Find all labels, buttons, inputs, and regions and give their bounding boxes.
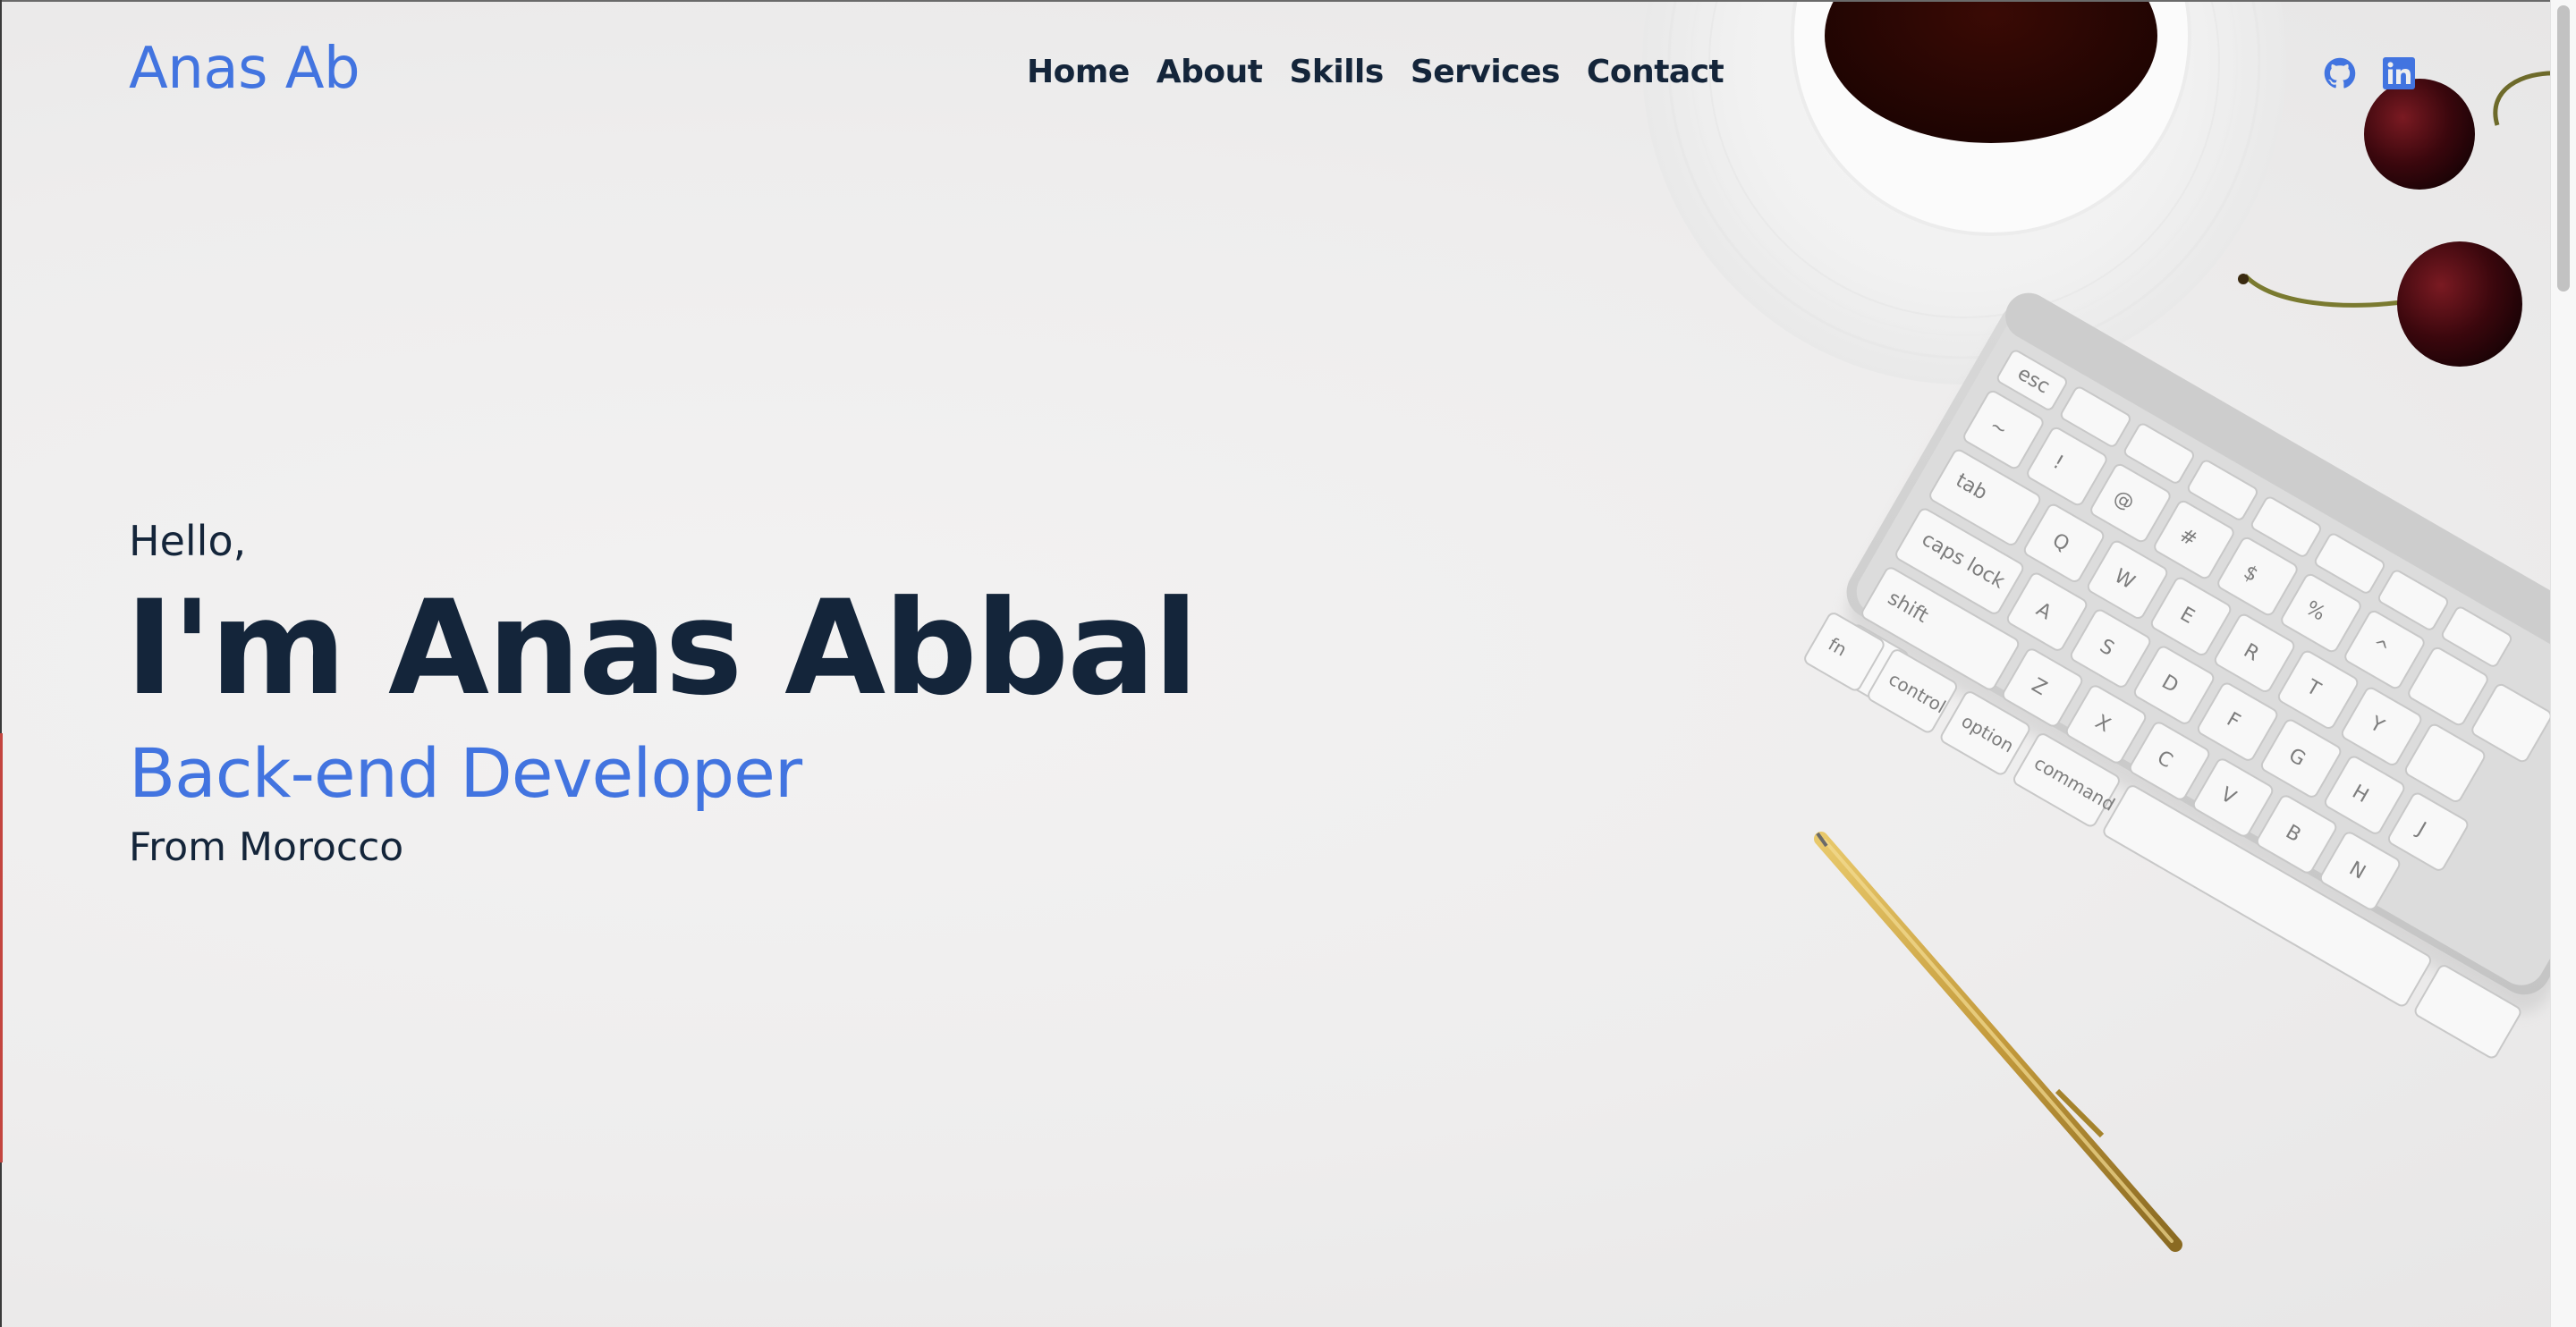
- svg-text:Q: Q: [2048, 529, 2073, 556]
- svg-text:caps lock: caps lock: [1918, 528, 2008, 594]
- svg-text:R: R: [2240, 639, 2263, 665]
- main-nav: Home About Skills Services Contact: [1027, 54, 1724, 90]
- site-logo[interactable]: Anas Ab: [129, 36, 360, 102]
- nav-about[interactable]: About: [1157, 54, 1263, 90]
- hero-location: From Morocco: [129, 824, 404, 870]
- svg-text:G: G: [2284, 744, 2309, 771]
- svg-text:~: ~: [1986, 415, 2011, 443]
- svg-text:esc: esc: [2013, 362, 2054, 398]
- svg-text:#: #: [2175, 524, 2200, 552]
- hero-name: I'm Anas Abbal: [125, 572, 1199, 724]
- svg-text:N: N: [2345, 858, 2369, 884]
- svg-text:V: V: [2216, 783, 2240, 809]
- social-links: [2324, 57, 2415, 89]
- svg-text:^: ^: [2367, 635, 2392, 663]
- svg-text:D: D: [2157, 671, 2182, 697]
- scrollbar-thumb[interactable]: [2557, 5, 2570, 292]
- svg-text:X: X: [2091, 711, 2114, 737]
- hero-role: Back-end Developer: [129, 733, 802, 813]
- svg-text:W: W: [2110, 565, 2139, 595]
- svg-text:B: B: [2282, 821, 2305, 847]
- github-icon[interactable]: [2324, 57, 2356, 89]
- nav-services[interactable]: Services: [1411, 54, 1561, 90]
- svg-text:E: E: [2176, 603, 2199, 629]
- svg-text:Y: Y: [2365, 712, 2387, 738]
- svg-text:@: @: [2109, 486, 2138, 516]
- hero-greeting: Hello,: [129, 517, 247, 565]
- window-left-accent: [0, 733, 3, 1162]
- svg-text:J: J: [2411, 817, 2429, 841]
- svg-text:F: F: [2223, 708, 2243, 733]
- svg-text:C: C: [2153, 747, 2176, 773]
- svg-text:!: !: [2049, 452, 2067, 475]
- svg-text:option: option: [1958, 710, 2018, 756]
- window-top-edge: [0, 0, 2576, 2]
- svg-text:H: H: [2348, 781, 2372, 807]
- svg-text:shift: shift: [1884, 587, 1932, 629]
- svg-text:%: %: [2301, 597, 2329, 626]
- page-scrollbar[interactable]: [2550, 0, 2576, 1327]
- nav-home[interactable]: Home: [1027, 54, 1130, 90]
- svg-text:T: T: [2301, 675, 2324, 701]
- svg-text:A: A: [2032, 598, 2055, 624]
- nav-contact[interactable]: Contact: [1587, 54, 1724, 90]
- svg-text:$: $: [2240, 562, 2262, 587]
- hero-section: esc ~ ! @ # $ % ^ tab Q W E R T Y caps l…: [0, 0, 2576, 1327]
- svg-text:fn: fn: [1825, 633, 1851, 661]
- svg-text:Z: Z: [2028, 674, 2051, 700]
- linkedin-icon[interactable]: [2383, 57, 2415, 89]
- svg-text:S: S: [2096, 635, 2118, 661]
- svg-text:tab: tab: [1952, 469, 1991, 505]
- svg-text:command: command: [2030, 752, 2118, 816]
- svg-text:control: control: [1885, 668, 1949, 717]
- nav-skills[interactable]: Skills: [1290, 54, 1385, 90]
